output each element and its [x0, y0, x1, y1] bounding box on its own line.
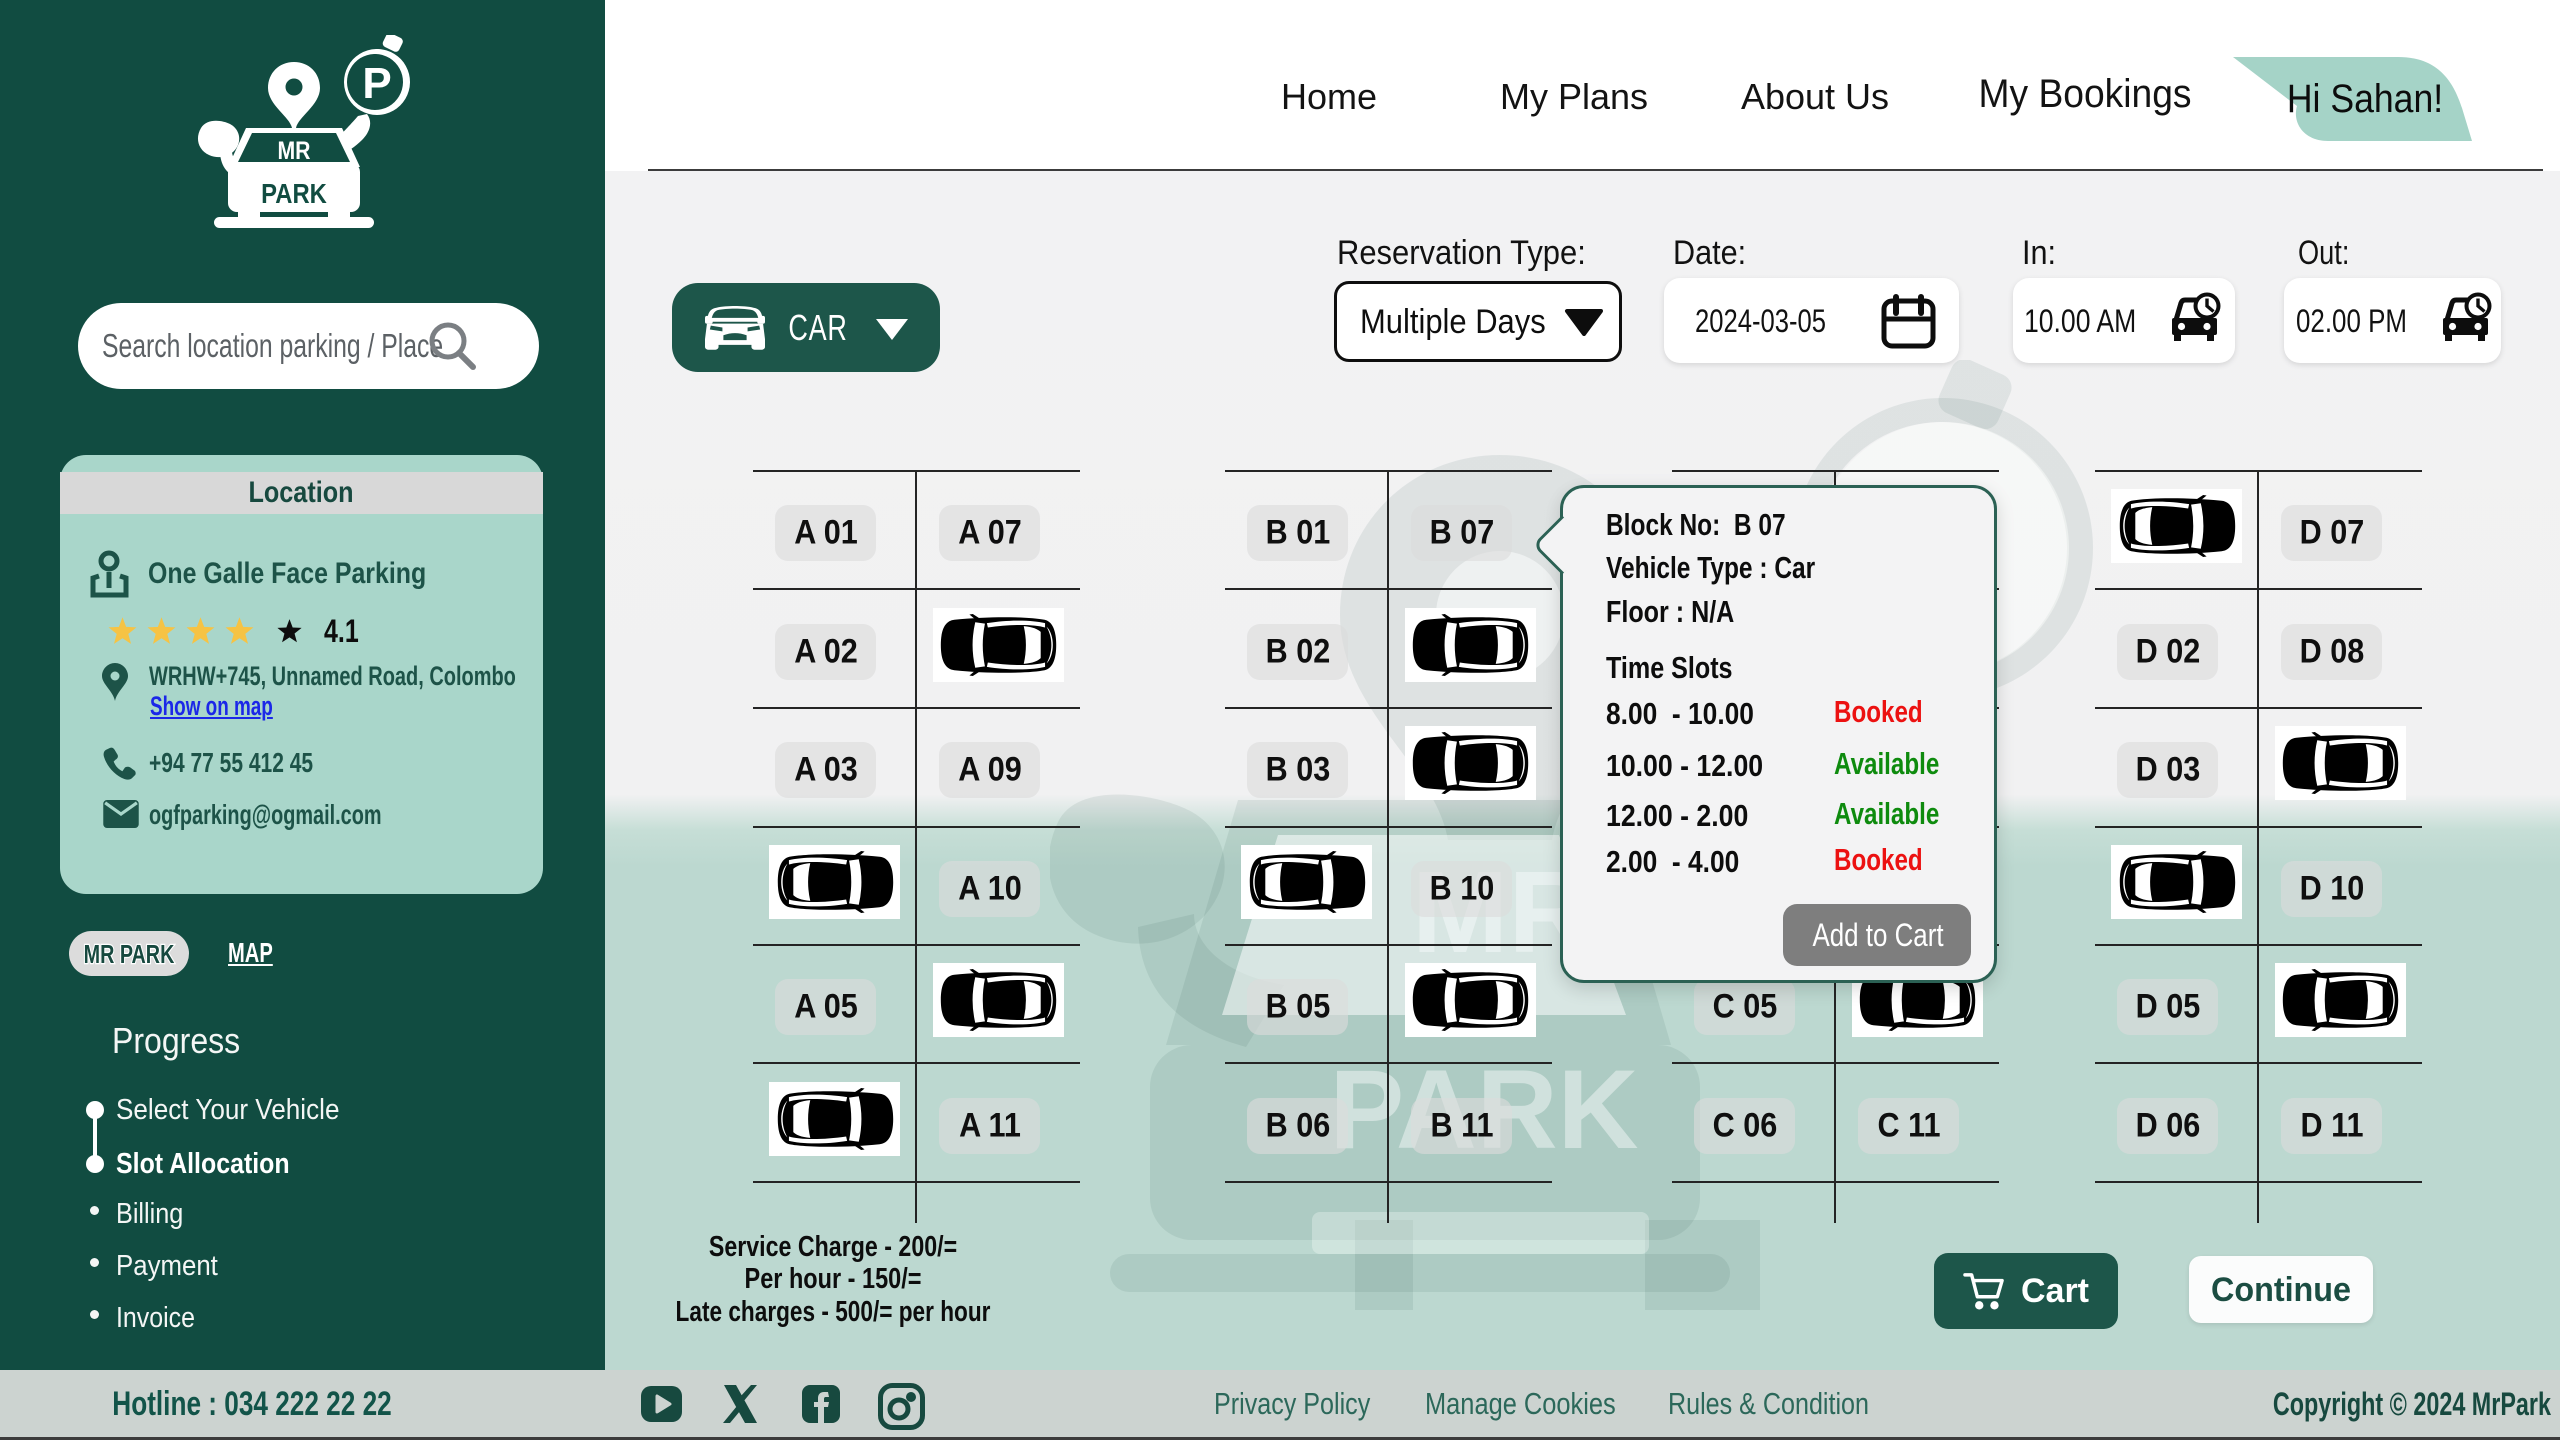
- svg-text:P: P: [362, 59, 391, 108]
- svg-text:PARK: PARK: [261, 177, 327, 209]
- svg-text:MR PARK: MR PARK: [84, 939, 175, 968]
- svg-text:MR: MR: [277, 136, 310, 164]
